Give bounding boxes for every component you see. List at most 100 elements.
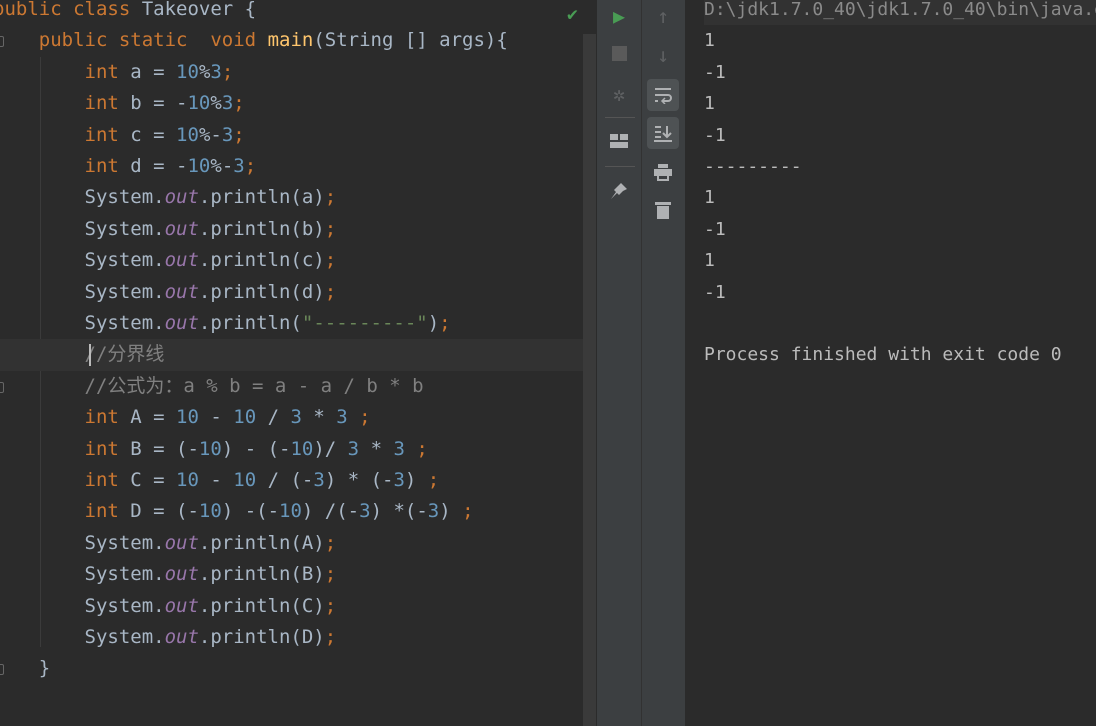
code-token: ; [233,92,245,115]
code-token: ; [244,155,257,177]
code-token: / [256,406,291,429]
code-line[interactable]: } [0,653,583,684]
code-token: 10 [176,406,199,429]
code-token: 10 [198,437,222,460]
code-token: 3 [393,437,405,460]
code-line[interactable]: int C = 10 - 10 / (-3) * (-3) ; [0,465,583,496]
code-line[interactable]: int b = -10%3; [0,88,583,119]
rerun-icon[interactable]: ▶ [603,0,635,32]
print-icon[interactable] [647,156,679,188]
code-token: ; [324,249,337,272]
console-line: 1 [704,187,715,209]
code-line[interactable]: System.out.println(C); [0,591,583,622]
code-line[interactable]: int a = 10%3; [0,57,583,88]
stop-icon[interactable] [603,37,635,69]
code-token: System. [0,626,165,648]
code-token: %- [198,123,222,146]
code-token: 3 [427,500,440,523]
layout-icon[interactable] [603,125,635,157]
code-line[interactable]: System.out.println(D); [0,622,583,653]
code-token: 3 [393,469,405,491]
code-token: static [118,29,211,52]
code-line[interactable]: //分界线 [0,339,583,371]
code-token: ; [324,531,337,554]
code-token: 3 [233,155,245,177]
code-line[interactable]: public class Takeover { [0,0,583,25]
code-token: void [210,29,268,52]
code-line[interactable]: public static void main(String [] args){ [0,25,583,56]
code-token: .println(B) [198,563,325,586]
code-token: ) [427,312,440,334]
code-token: ; [221,60,234,83]
code-token: out [164,186,199,209]
trash-icon[interactable] [647,194,679,226]
code-line[interactable]: int B = (-10) - (-10)/ 3 * 3 ; [0,434,583,465]
code-line[interactable]: //公式为：a % b = a - a / b * b [0,371,583,402]
code-token: ; [324,186,337,209]
code-token: .println(b) [198,217,325,240]
code-line[interactable]: System.out.println(a); [0,182,583,213]
code-token: ; [404,437,428,460]
code-line[interactable]: int D = (-10) -(-10) /(-3) *(-3) ; [0,496,583,527]
console-line: -1 [704,124,726,146]
code-token: 3 [313,469,325,491]
soft-wrap-icon[interactable] [647,79,679,111]
scroll-to-end-icon[interactable] [647,117,679,149]
console-line: --------- [704,156,802,177]
code-token: out [164,563,199,586]
code-token: //公式为：a % b = a - a / b * b [0,374,424,397]
console-command-line: D:\jdk1.7.0_40\jdk1.7.0_40\bin\java.exe [704,0,1096,26]
code-token: ) - (- [221,437,291,460]
text-caret [89,344,91,366]
code-token: System. [0,531,165,554]
code-line[interactable]: int d = -10%-3; [0,151,583,182]
code-token: int [0,155,131,177]
code-token: 3 [347,437,360,460]
code-line[interactable]: System.out.println(d); [0,277,583,308]
debug-icon[interactable]: ✲ [603,78,635,110]
code-token: .println(D) [198,626,325,648]
code-editor[interactable]: public class Takeover { public static vo… [0,0,583,726]
code-token: main [267,29,314,52]
console-line: Process finished with exit code 0 [704,344,1062,366]
code-token: out [164,531,199,554]
code-token: c = [130,123,177,146]
code-token: out [164,249,199,272]
code-token: ; [324,217,337,240]
code-line[interactable]: System.out.println(A); [0,528,583,559]
code-token: out [164,594,199,617]
code-token: .println(d) [198,280,325,303]
code-line[interactable]: System.out.println(c); [0,245,583,276]
code-line[interactable]: System.out.println(B); [0,559,583,590]
pin-icon[interactable] [603,175,635,207]
console-output[interactable]: D:\jdk1.7.0_40\jdk1.7.0_40\bin\java.exe … [685,0,1096,726]
console-line: -1 [704,218,726,240]
code-token: public [0,0,74,20]
code-token: %- [210,155,234,177]
separator [605,166,635,167]
code-token: int [0,469,131,491]
down-icon[interactable]: ↓ [647,39,679,71]
code-line[interactable]: int A = 10 - 10 / 3 * 3 ; [0,402,583,433]
code-token: System. [0,563,165,586]
code-token: 3 [336,406,348,429]
code-token: ) [439,500,463,523]
code-token: 3 [290,406,302,429]
code-token: System. [0,280,165,303]
editor-scrollbar[interactable] [583,34,596,726]
code-token: .println(c) [198,249,325,272]
code-token: ; [324,280,337,303]
inspection-ok-icon[interactable]: ✔ [567,4,578,25]
code-line[interactable]: int c = 10%-3; [0,120,583,151]
code-token: 3 [221,92,234,115]
code-token: int [0,406,131,429]
code-token: class [73,0,142,20]
code-token: Takeover { [141,0,257,20]
code-token: )/ [313,437,348,460]
code-line[interactable]: System.out.println("---------"); [0,308,583,339]
code-token: int [0,92,131,115]
console-line: 1 [704,93,715,115]
code-token: int [0,123,131,146]
code-line[interactable]: System.out.println(b); [0,214,583,245]
up-icon[interactable]: ↑ [647,0,679,32]
